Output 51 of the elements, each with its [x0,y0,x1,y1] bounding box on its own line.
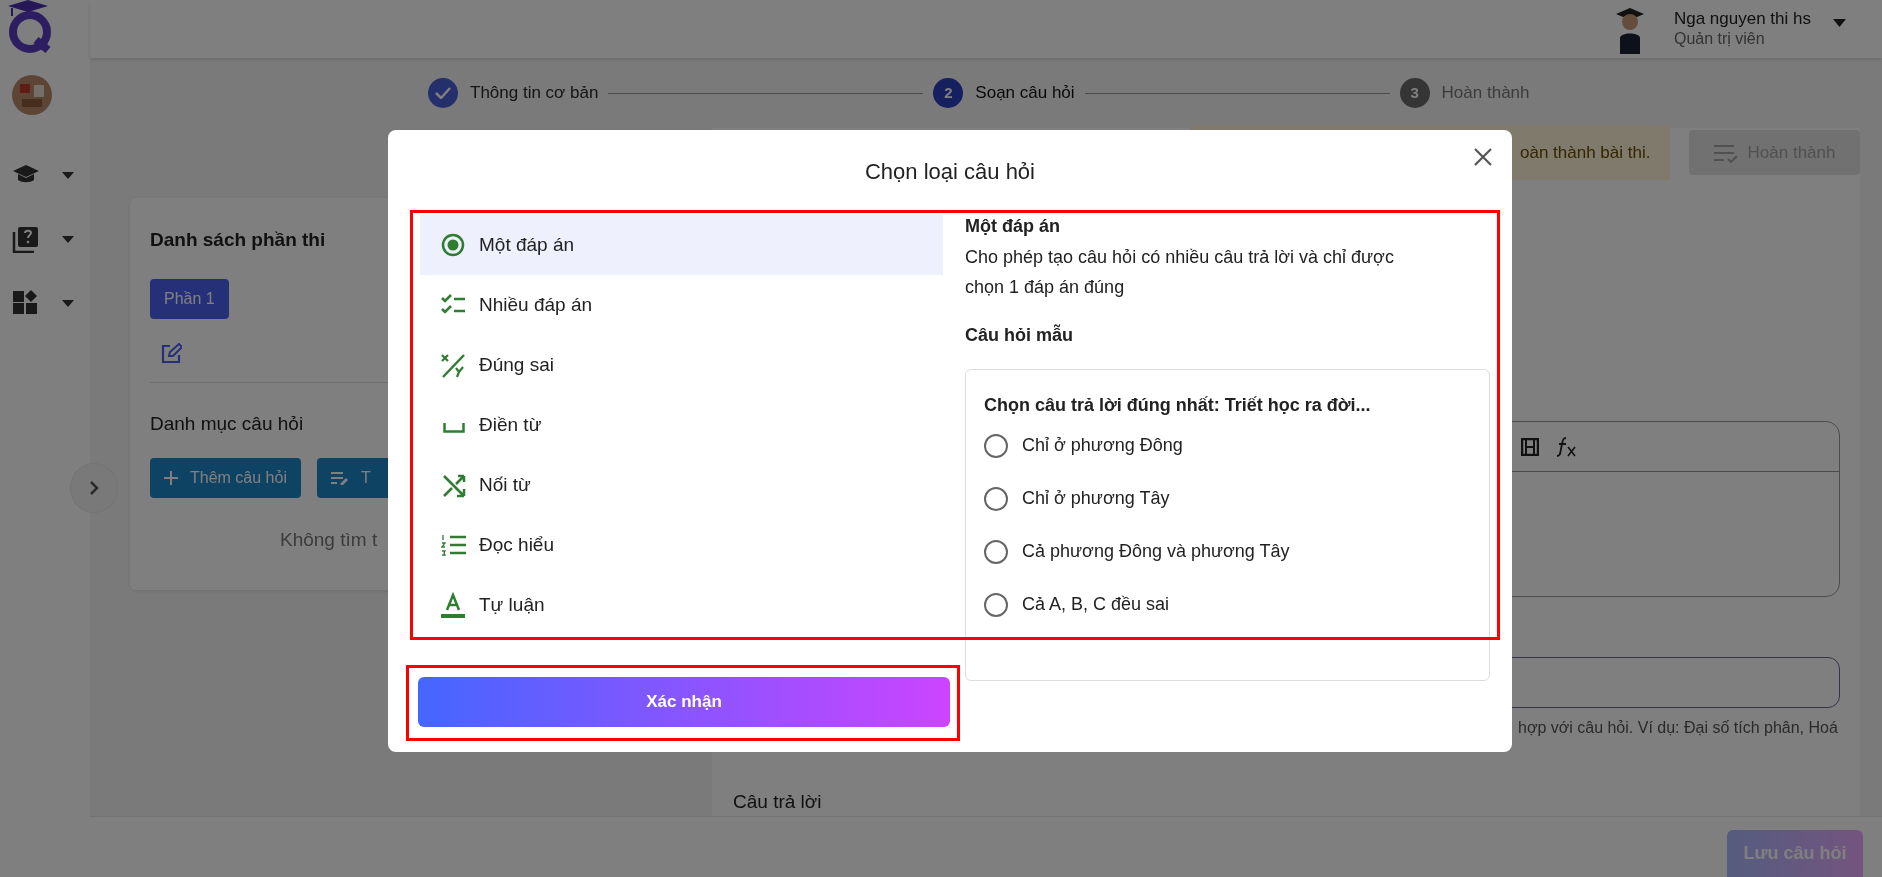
card-title: Danh sách phần thi [150,228,326,252]
confirm-button[interactable]: Xác nhận [418,677,950,727]
caret-icon[interactable] [62,171,74,179]
detail-title: Một đáp án [965,215,1061,237]
checklist-icon [1713,142,1738,163]
user-role: Quản trị viên [1673,29,1766,49]
question-type-item[interactable]: Một đáp án [420,215,943,275]
widgets-icon[interactable] [12,289,40,317]
function-icon[interactable] [1557,436,1577,457]
caret-icon[interactable] [1833,19,1846,27]
dialog-title: Chọn loại câu hỏi [865,158,1035,186]
blank-icon [443,423,465,433]
step-label: Soạn câu hỏi [975,82,1075,105]
radio-button[interactable] [984,539,1008,564]
radio-icon [440,231,467,259]
hint-text: hợp với câu hỏi. Ví dụ: Đại số tích phân, Hoá [1517,717,1839,738]
fraction-icon [440,351,467,379]
radio-button[interactable] [984,486,1008,511]
film-icon[interactable] [1521,437,1539,456]
sample-question: Chọn câu trả lời đúng nhất: Triết học ra đời... [984,394,1372,417]
section-label: Câu trả lời [733,789,823,814]
close-icon [1474,148,1492,166]
detail-description: Cho phép tạo câu hỏi có nhiều câu trả lời và chỉ được chọn 1 đáp án đúng [965,246,1395,299]
radio-button[interactable] [984,592,1008,617]
step-label: Thông tin cơ bản [470,82,599,105]
question-type-item[interactable]: Tự luận [420,575,943,635]
option-label: Chỉ ở phương Tây [1022,487,1170,510]
option-label: Cả A, B, C đều sai [1022,593,1170,616]
chevron-right-icon [89,480,99,496]
edit-list-icon [330,471,349,485]
plus-icon [164,471,178,485]
question-type-item[interactable]: Đúng sai [420,335,943,395]
step-indicator: 2 [933,78,964,108]
avatar-icon [12,75,52,115]
edit-icon[interactable] [160,342,182,365]
question-type-item[interactable]: Điền từ [420,395,943,455]
step-label: Hoàn thành [1441,82,1530,105]
category-title: Danh mục câu hỏi [150,411,304,436]
question-type-item[interactable]: Đọc hiểu [420,515,943,575]
section-heading: Câu hỏi mẫu [965,323,1074,347]
empty-message: Không tìm t [280,528,378,552]
text-icon [440,591,467,619]
radio-button[interactable] [984,433,1008,458]
option-label: Cả phương Đông và phương Tây [1022,540,1290,563]
option-label: Chỉ ở phương Đông [1022,434,1183,457]
caret-icon[interactable] [62,299,74,307]
question-square-icon[interactable] [12,225,40,253]
caret-icon[interactable] [62,235,74,243]
user-name: Nga nguyen thi hs [1673,9,1811,29]
step-indicator: 3 [1399,78,1430,108]
question-type-item[interactable]: Nhiều đáp án [420,275,943,335]
